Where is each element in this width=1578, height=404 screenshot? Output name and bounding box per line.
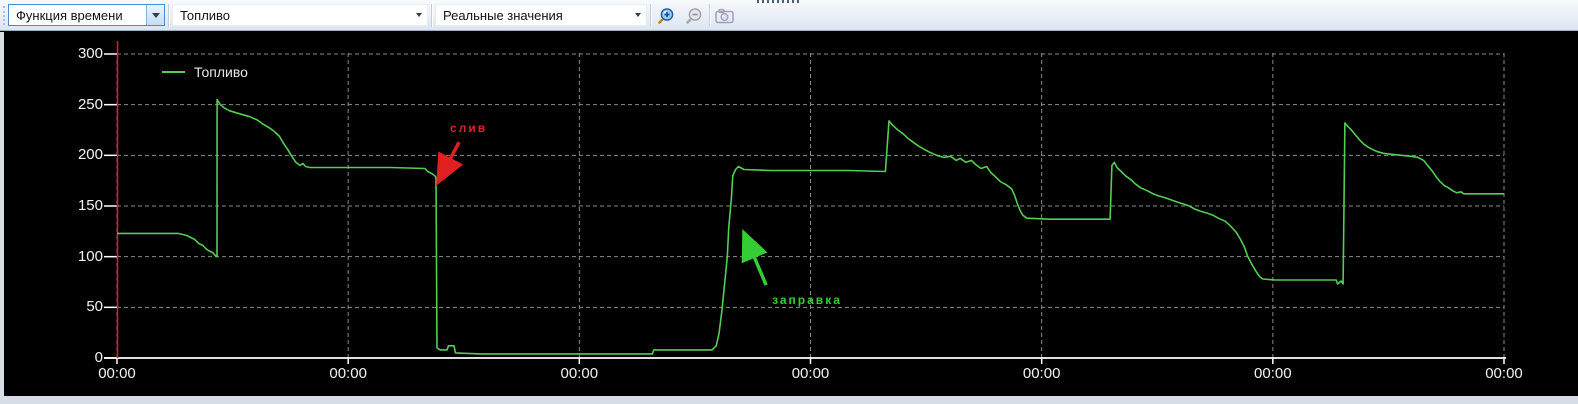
values-mode-combobox[interactable]: Реальные значения: [435, 4, 647, 26]
parameter-value: Топливо: [173, 8, 411, 23]
y-axis-tick-label: 300: [41, 45, 103, 63]
chevron-down-icon[interactable]: [630, 13, 646, 17]
zoom-in-button[interactable]: [654, 4, 678, 27]
toolbar: Функция времени Топливо Реальные значени…: [0, 0, 1578, 31]
camera-icon: [715, 8, 735, 24]
y-axis-tick-label: 200: [41, 146, 103, 164]
legend-series-label: Топливо: [194, 64, 248, 80]
y-axis-tick-label: 150: [41, 197, 103, 215]
time-function-dropdown-button[interactable]: [146, 5, 164, 25]
trend-viewer-window: { "toolbar": { "combo_time_function": { …: [0, 0, 1578, 404]
x-axis-tick-label: 00:00: [1233, 365, 1313, 383]
chart-legend: Топливо: [162, 64, 248, 80]
chevron-down-icon: [152, 13, 160, 18]
x-axis-tick-label: 00:00: [539, 365, 619, 383]
x-axis-tick-label: 00:00: [771, 365, 851, 383]
annotation-arrow-icon: [439, 142, 459, 179]
parameter-combobox[interactable]: Топливо: [172, 4, 428, 26]
y-axis-tick-label: 50: [41, 298, 103, 316]
x-axis-tick-label: 00:00: [1002, 365, 1082, 383]
values-mode-value: Реальные значения: [436, 8, 630, 23]
zoom-out-button[interactable]: [682, 4, 706, 27]
annotation-refuel-label: заправка: [772, 293, 842, 307]
magnifier-plus-icon: [657, 7, 675, 25]
annotation-arrow-icon: [745, 235, 766, 285]
time-function-value: Функция времени: [9, 8, 146, 23]
toolbar-separator: [431, 4, 432, 27]
chevron-down-icon[interactable]: [411, 13, 427, 17]
annotation-drain-label: слив: [450, 121, 487, 135]
magnifier-minus-icon: [685, 7, 703, 25]
x-axis-tick-label: 00:00: [1464, 365, 1544, 383]
toolbar-separator: [168, 4, 169, 27]
x-axis-tick-label: 00:00: [308, 365, 388, 383]
splitter-grip-icon[interactable]: [757, 0, 801, 3]
y-axis-tick-label: 250: [41, 96, 103, 114]
legend-line-sample: [162, 71, 185, 73]
x-axis-tick-label: 00:00: [77, 365, 157, 383]
time-function-combobox[interactable]: Функция времени: [8, 4, 165, 26]
toolbar-separator: [709, 4, 710, 27]
trend-plot[interactable]: [0, 32, 1578, 404]
snapshot-button[interactable]: [712, 4, 738, 27]
toolbar-separator: [650, 4, 651, 27]
y-axis-tick-label: 100: [41, 248, 103, 266]
